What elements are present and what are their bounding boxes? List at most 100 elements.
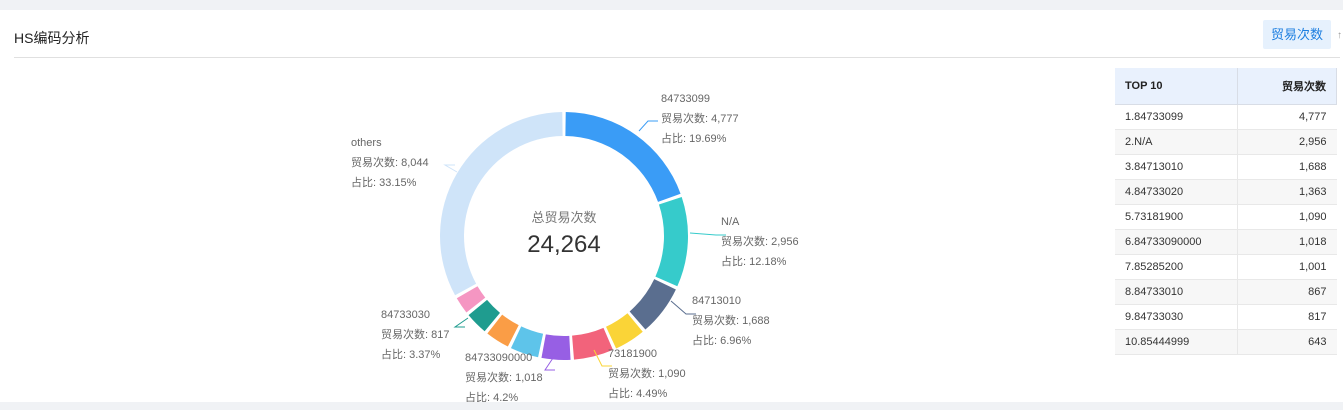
slice-label-name: 73181900 (608, 348, 657, 360)
slice-label-text: 1,688 (742, 315, 770, 327)
row-hs-code: 7.85285200 (1115, 254, 1238, 280)
slice-label-name: others (351, 137, 382, 149)
label-leader-line (689, 232, 726, 236)
label-leader-line (453, 317, 469, 328)
row-hs-code: 1.84733099 (1115, 104, 1238, 130)
slice-label-name: N/A (721, 216, 740, 228)
slice-label-text: 4.2% (493, 392, 518, 402)
slice-label-value: 贸易次数: 4,777 (661, 111, 739, 125)
label-leader-line (544, 357, 555, 371)
slice-label-value: 贸易次数: 1,090 (608, 366, 686, 380)
table-row[interactable]: 8.84733010 867 (1115, 279, 1337, 305)
slice-label-share: 占比: 4.2% (465, 390, 518, 402)
slice-label-text: 84713010 (692, 295, 741, 307)
slice-label-text: 4.49% (636, 388, 667, 400)
table-row[interactable]: 5.73181900 1,090 (1115, 204, 1337, 230)
slice-label-value: 贸易次数: 8,044 (351, 155, 429, 169)
table-row[interactable]: 10.85444999 643 (1115, 329, 1337, 355)
slice-label-text: N/A (721, 216, 740, 228)
slice-label-text: 8,044 (401, 157, 429, 169)
row-hs-code: 3.84713010 (1115, 154, 1238, 180)
slice-label-value: 贸易次数: 1,018 (465, 370, 543, 384)
slice-label-text: 84733090000 (465, 352, 532, 364)
slice-label-text: 84733099 (661, 93, 710, 105)
slice-label-share: 占比: 4.49% (608, 386, 668, 400)
row-trade-count: 1,688 (1237, 154, 1337, 180)
table-row[interactable]: 3.84713010 1,688 (1115, 154, 1337, 180)
table-header-rank: TOP 10 (1115, 68, 1238, 105)
slice-84733020[interactable] (572, 327, 613, 360)
label-leader-line (443, 164, 458, 173)
slice-label-text: 1,090 (658, 368, 686, 380)
slice-others[interactable] (439, 112, 563, 296)
slice-label-share: 占比: 19.69% (661, 131, 727, 145)
row-trade-count: 1,018 (1237, 229, 1337, 255)
slice-label-value: 贸易次数: 2,956 (721, 234, 799, 248)
slice-label-text: 6.96% (720, 335, 751, 347)
more-tab-indicator[interactable]: ↑ (1337, 30, 1342, 41)
slice-label-key: 贸易次数 (351, 155, 395, 169)
slice-label-text: 3.37% (409, 349, 440, 361)
slice-84733090000[interactable] (541, 334, 571, 360)
slice-84713010[interactable] (629, 279, 676, 330)
row-hs-code: 5.73181900 (1115, 204, 1238, 230)
slice-label-text: 19.69% (689, 133, 727, 145)
slice-label-text: 4,777 (711, 113, 739, 125)
slice-label-text: 817 (431, 329, 449, 341)
top10-table: TOP 10 贸易次数 1.84733099 4,777 2.N/A 2,956 3.8… (1115, 68, 1337, 355)
slice-label-share: 占比: 12.18% (721, 254, 787, 268)
slice-label-key: 贸易次数 (381, 327, 425, 341)
slice-label-key: 占比 (381, 347, 403, 361)
trade-count-tab[interactable]: 贸易次数 (1263, 20, 1331, 49)
slice-84733099[interactable] (565, 112, 681, 202)
hs-code-analysis-card: HS编码分析 贸易次数 ↑ 84733099 贸易次数: 4,777 占比: 19.… (0, 10, 1343, 402)
slice-label-key: 贸易次数 (608, 366, 652, 380)
slice-label-share: 占比: 33.15% (351, 175, 417, 189)
table-row[interactable]: 7.85285200 1,001 (1115, 254, 1337, 280)
slice-label-key: 贸易次数 (661, 111, 705, 125)
slice-label-key: 占比 (465, 390, 487, 402)
table-row[interactable]: 6.84733090000 1,018 (1115, 229, 1337, 255)
slice-label-key: 占比 (692, 333, 714, 347)
donut-chart: 84733099 贸易次数: 4,777 占比: 19.69% N/A 贸易次数: 2,… (351, 93, 799, 402)
row-trade-count: 1,363 (1237, 179, 1337, 205)
slice-label-key: 贸易次数 (692, 313, 736, 327)
row-trade-count: 1,090 (1237, 204, 1337, 230)
slice-label-share: 占比: 3.37% (381, 347, 441, 361)
slice-label-value: 贸易次数: 1,688 (692, 313, 770, 327)
center-value: 24,264 (527, 231, 600, 258)
center-title: 总贸易次数 (531, 210, 596, 225)
row-hs-code: 8.84733010 (1115, 279, 1238, 305)
row-trade-count: 643 (1237, 329, 1337, 355)
table-row[interactable]: 1.84733099 4,777 (1115, 104, 1337, 130)
row-hs-code: 9.84733030 (1115, 304, 1238, 330)
slice-label-name: 84713010 (692, 295, 741, 307)
slice-label-key: 贸易次数 (721, 234, 765, 248)
table-row[interactable]: 4.84733020 1,363 (1115, 179, 1337, 205)
slice-label-text: 2,956 (771, 236, 799, 248)
slice-label-text: 84733030 (381, 309, 430, 321)
slice-label-text: 33.15% (379, 177, 417, 189)
slice-label-share: 占比: 6.96% (692, 333, 752, 347)
slice-na[interactable] (655, 197, 688, 287)
row-trade-count: 817 (1237, 304, 1337, 330)
slice-label-key: 贸易次数 (465, 370, 509, 384)
table-row[interactable]: 9.84733030 817 (1115, 304, 1337, 330)
row-trade-count: 867 (1237, 279, 1337, 305)
slice-label-text: 1,018 (515, 372, 543, 384)
slice-label-key: 占比 (661, 131, 683, 145)
row-hs-code: 4.84733020 (1115, 179, 1238, 205)
table-row[interactable]: 2.N/A 2,956 (1115, 129, 1337, 155)
row-hs-code: 10.85444999 (1115, 329, 1238, 355)
slice-label-text: 73181900 (608, 348, 657, 360)
table-header-count: 贸易次数 (1237, 68, 1337, 105)
slice-label-key: 占比 (721, 254, 743, 268)
slice-label-key: 占比 (351, 175, 373, 189)
row-trade-count: 1,001 (1237, 254, 1337, 280)
slice-label-name: 84733030 (381, 309, 430, 321)
row-trade-count: 2,956 (1237, 129, 1337, 155)
slice-label-key: 占比 (608, 386, 630, 400)
row-hs-code: 2.N/A (1115, 129, 1238, 155)
row-trade-count: 4,777 (1237, 104, 1337, 130)
slice-label-name: 84733090000 (465, 352, 532, 364)
